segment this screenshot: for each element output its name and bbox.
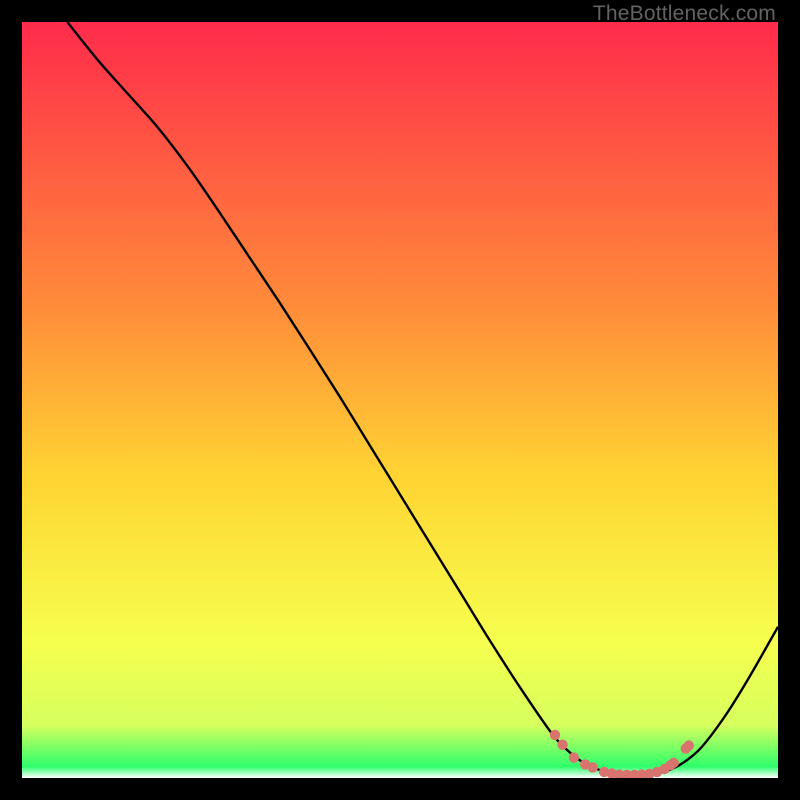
- trough-marker: [588, 762, 598, 772]
- trough-marker: [550, 730, 560, 740]
- trough-marker: [684, 740, 694, 750]
- chart-frame: [22, 22, 778, 778]
- chart-background: [22, 22, 778, 778]
- trough-marker: [569, 752, 579, 762]
- trough-marker: [668, 758, 678, 768]
- trough-marker: [557, 740, 567, 750]
- chart-svg: [22, 22, 778, 778]
- watermark-text: TheBottleneck.com: [593, 2, 776, 26]
